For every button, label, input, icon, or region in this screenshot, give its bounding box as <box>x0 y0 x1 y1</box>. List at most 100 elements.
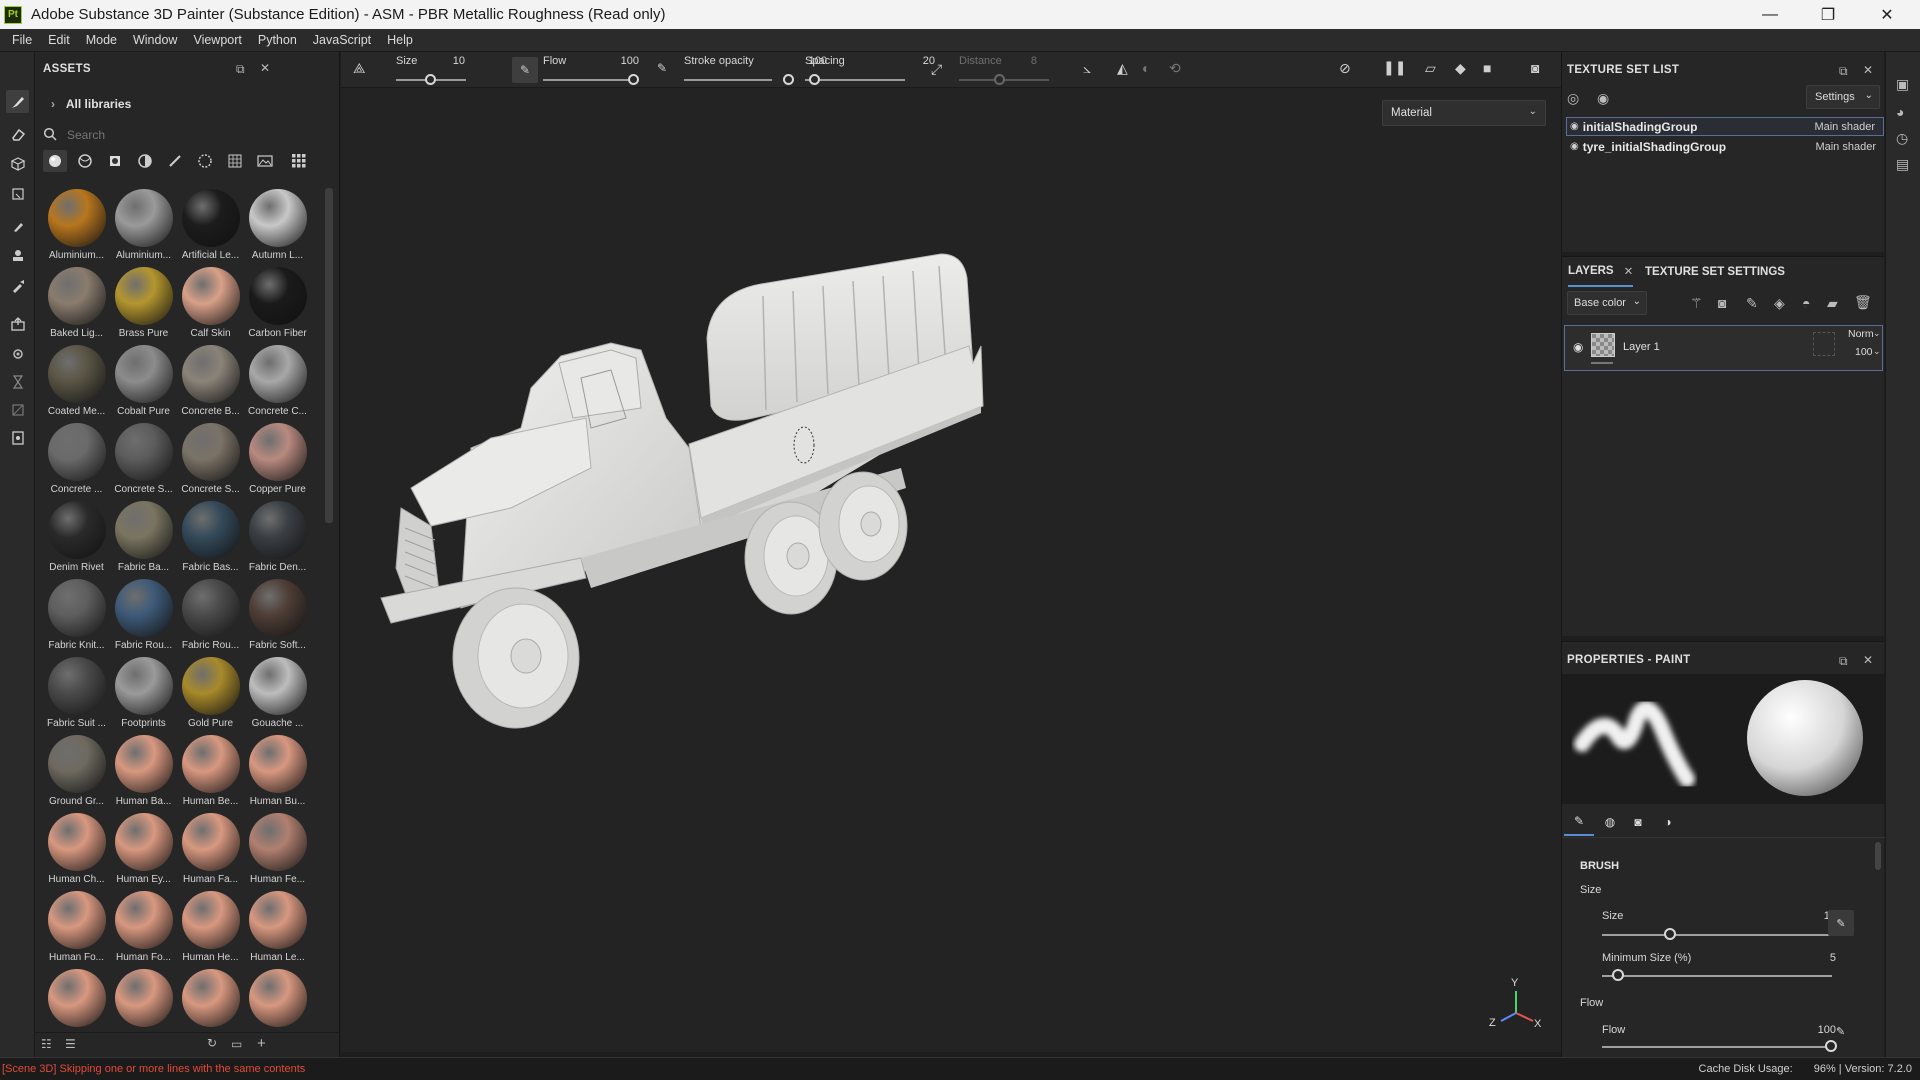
bake-settings-icon[interactable] <box>6 342 29 365</box>
list-settings-icon[interactable]: ☰ <box>65 1037 76 1051</box>
display-settings-icon[interactable]: ▣ <box>1896 76 1909 93</box>
add-paint-layer-icon[interactable]: ✎ <box>1746 295 1758 312</box>
materials-filter-icon[interactable] <box>43 150 67 172</box>
new-window-icon[interactable]: ▭ <box>231 1037 242 1051</box>
library-breadcrumb[interactable]: › All libraries <box>51 97 131 111</box>
delete-layer-icon[interactable]: 🗑 <box>1854 294 1872 311</box>
brushes-filter-icon[interactable] <box>163 150 187 172</box>
menu-javascript[interactable]: JavaScript <box>305 33 379 47</box>
asset-tile[interactable] <box>177 966 244 1028</box>
asset-tile[interactable]: Aluminium... <box>43 186 110 264</box>
undock-icon[interactable]: ⧉ <box>1839 64 1848 79</box>
history-icon[interactable]: ◷ <box>1896 130 1908 147</box>
close-panel-icon[interactable]: ✕ <box>1863 653 1873 667</box>
size-slider-knob[interactable] <box>425 74 436 85</box>
layer-row[interactable]: ◉ Layer 1 Norm ⌄ 100 ⌄ <box>1564 325 1883 371</box>
hourglass-icon[interactable] <box>6 370 29 393</box>
mirror-icon[interactable]: ◭ <box>1117 60 1128 77</box>
settings-dropdown[interactable]: Settings ⌄ <box>1806 85 1880 109</box>
truck-model[interactable] <box>341 88 1561 1052</box>
asset-tile[interactable]: Footprints <box>110 654 177 732</box>
prop-size-slider[interactable] <box>1602 934 1832 936</box>
asset-tile[interactable]: Fabric Bas... <box>177 498 244 576</box>
paint-brush-tool-icon[interactable] <box>6 90 29 113</box>
material-tab-icon[interactable]: ◑ <box>1656 808 1680 836</box>
texture-set-shader[interactable]: Main shader <box>1814 121 1875 133</box>
asset-tile[interactable]: Baked Lig... <box>43 264 110 342</box>
tab-layers[interactable]: LAYERS ✕ <box>1568 257 1634 287</box>
asset-tile[interactable]: Copper Pure <box>244 420 311 498</box>
asset-tile[interactable] <box>43 966 110 1028</box>
texture-set-row[interactable]: ◉ initialShadingGroup Main shader <box>1566 117 1884 136</box>
disabled-tool-icon[interactable] <box>6 398 29 421</box>
flow-slider[interactable] <box>543 79 631 81</box>
close-panel-icon[interactable]: ✕ <box>260 61 270 75</box>
asset-tile[interactable]: Concrete S... <box>110 420 177 498</box>
status-message[interactable]: [Scene 3D] Skipping one or more lines wi… <box>2 1063 305 1075</box>
asset-tile[interactable]: Gouache ... <box>244 654 311 732</box>
close-tab-icon[interactable]: ✕ <box>1624 264 1634 278</box>
distance-slider-knob[interactable] <box>994 74 1005 85</box>
smudge-tool-icon[interactable] <box>6 214 29 237</box>
symmetry-tool-icon[interactable]: ⟁ <box>353 60 366 77</box>
asset-tile[interactable]: Human Bu... <box>244 732 311 810</box>
undock-icon[interactable]: ⧉ <box>236 62 245 77</box>
add-mask-icon[interactable]: ◙ <box>1718 295 1726 311</box>
hide-all-icon[interactable]: ◎ <box>1567 90 1579 107</box>
min-size-slider[interactable] <box>1602 975 1832 977</box>
prop-flow-value[interactable]: 100 <box>1806 1024 1836 1036</box>
asset-tile[interactable]: Concrete ... <box>43 420 110 498</box>
asset-tile[interactable]: Concrete B... <box>177 342 244 420</box>
min-size-value[interactable]: 5 <box>1806 952 1836 964</box>
add-folder-icon[interactable]: ▰ <box>1827 295 1838 312</box>
projection-tool-icon[interactable] <box>6 152 29 175</box>
menu-help[interactable]: Help <box>379 33 421 47</box>
textures-filter-icon[interactable] <box>223 150 247 172</box>
asset-tile[interactable]: Brass Pure <box>110 264 177 342</box>
eye-icon[interactable]: ◉ <box>1570 121 1579 132</box>
min-size-knob[interactable] <box>1612 969 1624 981</box>
assets-scrollbar[interactable] <box>325 188 333 523</box>
asset-tile[interactable]: Fabric Ba... <box>110 498 177 576</box>
shader-settings-icon[interactable]: ◕ <box>1896 104 1904 120</box>
properties-scrollbar[interactable] <box>1875 842 1881 870</box>
asset-tile[interactable]: Fabric Rou... <box>177 576 244 654</box>
asset-tile[interactable]: Concrete C... <box>244 342 311 420</box>
stencil-tab-icon[interactable]: ◙ <box>1626 808 1650 836</box>
stroke-opacity-knob[interactable] <box>783 74 794 85</box>
viewport-mode-select[interactable]: Material ⌄ <box>1382 100 1546 126</box>
add-smart-material-icon[interactable]: ◓ <box>1802 295 1810 311</box>
alphas-filter-icon[interactable] <box>193 150 217 172</box>
asset-tile[interactable]: Denim Rivet <box>43 498 110 576</box>
transform-icon[interactable]: ⟲ <box>1169 60 1181 77</box>
asset-tile[interactable]: Cobalt Pure <box>110 342 177 420</box>
size-pressure-button[interactable]: ✎ <box>1828 910 1854 936</box>
menu-window[interactable]: Window <box>125 33 185 47</box>
asset-tile[interactable]: Fabric Den... <box>244 498 311 576</box>
polygon-fill-tool-icon[interactable] <box>6 182 29 205</box>
layer-name[interactable]: Layer 1 <box>1623 341 1660 353</box>
spacing-slider[interactable] <box>805 79 905 81</box>
color-picker-tool-icon[interactable] <box>6 274 29 297</box>
symmetry-options-icon[interactable]: ◐ <box>1142 60 1150 76</box>
shelf-document-icon[interactable] <box>6 426 29 449</box>
alpha-tab-icon[interactable]: ◍ <box>1598 808 1622 836</box>
size-pressure-icon[interactable]: ✎ <box>512 57 538 83</box>
asset-tile[interactable]: Autumn L... <box>244 186 311 264</box>
asset-tile[interactable]: Gold Pure <box>177 654 244 732</box>
import-resources-icon[interactable]: ☷ <box>41 1037 52 1051</box>
angle-icon[interactable]: ⦣ <box>1083 60 1091 77</box>
asset-tile[interactable]: Calf Skin <box>177 264 244 342</box>
spacing-slider-knob[interactable] <box>809 74 820 85</box>
add-fill-layer-icon[interactable]: ◈ <box>1774 295 1785 312</box>
asset-tile[interactable]: Fabric Suit ... <box>43 654 110 732</box>
menu-file[interactable]: File <box>4 33 40 47</box>
asset-tile[interactable]: Human Fe... <box>244 810 311 888</box>
add-icon[interactable]: + <box>257 1035 266 1052</box>
asset-tile[interactable] <box>110 966 177 1028</box>
add-effect-icon[interactable]: ⚚ <box>1690 295 1703 312</box>
grid-view-icon[interactable] <box>287 150 311 172</box>
prop-flow-slider[interactable] <box>1602 1046 1832 1048</box>
smart-masks-filter-icon[interactable] <box>103 150 127 172</box>
asset-tile[interactable]: Aluminium... <box>110 186 177 264</box>
